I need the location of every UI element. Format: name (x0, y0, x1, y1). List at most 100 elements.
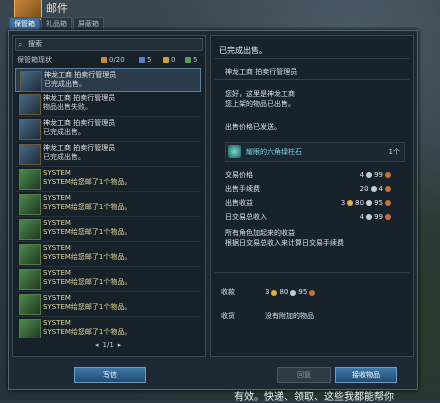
copper-value: 95 (298, 288, 308, 296)
silver-coin-icon (366, 172, 373, 178)
window-title-area: 邮件 (0, 0, 440, 20)
mail-sender: 神龙工商 拍卖行管理员 (44, 71, 117, 79)
mail-subject: 已完成出售。 (43, 153, 85, 161)
next-page-icon[interactable]: ▸ (118, 340, 122, 350)
mail-item[interactable]: SYSTEM SYSTEM给您邮了1个物品。 (15, 292, 201, 317)
pager: ◂ 1/1 ▸ (95, 340, 155, 350)
mail-sender: 神龙工商 拍卖行管理员 (43, 94, 116, 102)
mail-sender: 神龙工商 拍卖行管理员 (43, 144, 116, 152)
auction-mail-icon (19, 144, 41, 165)
mail-item[interactable]: 神龙工商 拍卖行管理员 已完成出售。 (15, 68, 201, 92)
reply-button[interactable]: 回复 (277, 367, 331, 383)
mail-sender: SYSTEM (43, 244, 71, 252)
mail-sender: SYSTEM (43, 319, 71, 327)
copper-value: 99 (374, 213, 383, 221)
search-placeholder: 搜索 (28, 40, 42, 48)
attachment-label: 收货 (221, 312, 235, 320)
tab-gift[interactable]: 礼品箱 (41, 17, 72, 30)
detail-body-price: 出售价格已发送。 (225, 123, 281, 131)
body-line: 您好，这里是神龙工商 (225, 90, 295, 98)
storage-status-label: 保管箱现状 (17, 56, 52, 64)
sold-item-name: 耀眼的六角绿柱石 (246, 148, 302, 156)
mail-item[interactable]: SYSTEM SYSTEM给您邮了1个物品。 (15, 167, 201, 192)
silver-coin-icon (366, 214, 373, 220)
money-row: 收款 3 80 95 (215, 287, 409, 298)
tab-block[interactable]: 屏蔽箱 (73, 17, 104, 30)
price-row-trade: 交易价格 4 99 (225, 170, 391, 180)
mail-subject: SYSTEM给您邮了1个物品。 (43, 328, 132, 336)
auction-mail-icon (19, 94, 41, 115)
prev-page-icon[interactable]: ◂ (95, 340, 99, 350)
mail-detail-panel: 已完成出售。 神龙工商 拍卖行管理员 您好，这里是神龙工商 您上架的物品已出售。… (210, 35, 414, 357)
mail-subject: 已完成出售。 (44, 80, 86, 88)
detail-sender: 神龙工商 拍卖行管理员 (225, 68, 298, 76)
price-label: 出售手续费 (225, 185, 260, 193)
mail-item[interactable]: 神龙工商 拍卖行管理员 已完成出售。 (15, 117, 201, 142)
package-icon (19, 219, 41, 240)
silver-value: 80 (355, 199, 365, 207)
copper-coin-icon (385, 186, 391, 192)
package-icon (19, 244, 41, 265)
tab-storage[interactable]: 保管箱 (9, 17, 40, 30)
stat-mail: 0/20 (101, 55, 125, 65)
item-count: 0 (171, 56, 176, 64)
divider (215, 272, 409, 273)
gold-coin-icon (347, 200, 354, 206)
mail-item[interactable]: SYSTEM SYSTEM给您邮了1个物品。 (15, 267, 201, 292)
attachment-row: 收货 没有附加的物品 (215, 311, 409, 322)
copper-coin-icon (385, 214, 391, 220)
mail-subject: SYSTEM给您邮了1个物品。 (43, 203, 132, 211)
copper-value: 99 (374, 171, 383, 179)
write-mail-button[interactable]: 写信 (74, 367, 146, 383)
search-input[interactable]: ⌕ 搜索 (15, 38, 203, 51)
mail-subject: SYSTEM给您邮了1个物品。 (43, 228, 132, 236)
mail-item[interactable]: SYSTEM SYSTEM给您邮了1个物品。 (15, 217, 201, 242)
package-icon (19, 319, 41, 338)
mail-subject: SYSTEM给您邮了1个物品。 (43, 253, 132, 261)
mail-item[interactable]: 神龙工商 拍卖行管理员 已完成出售。 (15, 142, 201, 167)
note-line: 所有角色加起来的收益 (225, 229, 295, 237)
price-label: 日交易总收入 (225, 213, 267, 221)
copper-coin-icon (309, 289, 316, 296)
silver-coin-icon (370, 186, 377, 192)
gold-value: 3 (265, 288, 270, 296)
auction-mail-icon (20, 71, 42, 92)
package-icon (19, 269, 41, 290)
silver-value: 80 (279, 288, 289, 296)
package-icon (19, 169, 41, 190)
mail-subject: SYSTEM给您邮了1个物品。 (43, 178, 132, 186)
price-row-daily: 日交易总收入 4 99 (225, 212, 391, 222)
mail-list-panel: ⌕ 搜索 保管箱现状 0/20 5 0 5 神龙工商 拍卖行管理员 已完成出售。… (12, 35, 206, 357)
mail-item[interactable]: SYSTEM SYSTEM给您邮了1个物品。 (15, 242, 201, 267)
auction-mail-icon (19, 119, 41, 140)
stat-item: 0 (163, 55, 175, 65)
mail-sender: 神龙工商 拍卖行管理员 (43, 119, 116, 127)
silver-coin-icon (366, 200, 373, 206)
price-row-fee: 出售手续费 20 4 (225, 184, 391, 194)
silver-value: 20 (359, 185, 369, 193)
mail-item[interactable]: SYSTEM SYSTEM给您邮了1个物品。 (15, 317, 201, 338)
copper-value: 4 (378, 185, 383, 193)
mail-sender: SYSTEM (43, 269, 71, 277)
sold-item-box[interactable]: 耀眼的六角绿柱石 1个 (225, 142, 405, 162)
silver-value: 4 (359, 213, 365, 221)
mail-item[interactable]: SYSTEM SYSTEM给您邮了1个物品。 (15, 192, 201, 217)
mail-subject: SYSTEM给您邮了1个物品。 (43, 278, 132, 286)
attachment-value: 没有附加的物品 (265, 312, 314, 320)
silver-value: 4 (359, 171, 365, 179)
note-line: 根据日交易总收入来计算日交易手续费 (225, 239, 344, 247)
item-count-icon (163, 57, 169, 63)
mail-subject: 物品出售失败。 (43, 103, 92, 111)
mail-count-icon (101, 57, 107, 63)
mail-sender: SYSTEM (43, 169, 71, 177)
mail-count: 0/20 (109, 56, 125, 64)
collect-items-button[interactable]: 接收物品 (335, 367, 397, 383)
sold-item-qty: 1个 (388, 148, 400, 156)
mail-item[interactable]: 神龙工商 拍卖行管理员 物品出售失败。 (15, 92, 201, 117)
fee-note: 所有角色加起来的收益 根据日交易总收入来计算日交易手续费 (225, 228, 344, 248)
gold-coin-icon (271, 289, 278, 296)
price-label: 交易价格 (225, 171, 253, 179)
tab-bar: 保管箱 礼品箱 屏蔽箱 (9, 17, 104, 30)
package-icon (19, 194, 41, 215)
gold-value: 3 (340, 199, 346, 207)
